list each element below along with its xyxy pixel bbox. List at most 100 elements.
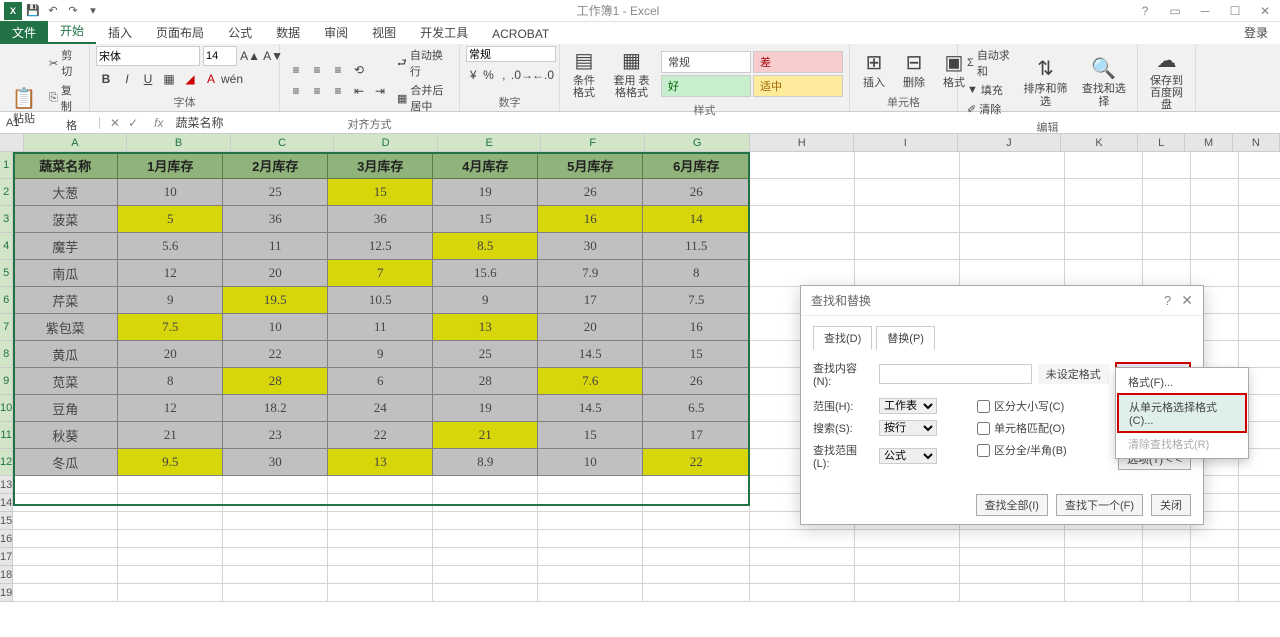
col-header-F[interactable]: F <box>541 134 645 151</box>
cell[interactable] <box>1239 179 1280 206</box>
row-header-14[interactable]: 14 <box>0 494 13 512</box>
cell[interactable]: 14.5 <box>538 395 643 422</box>
cell[interactable] <box>433 548 538 566</box>
cell[interactable] <box>538 512 643 530</box>
cell[interactable] <box>1239 287 1280 314</box>
cell[interactable] <box>1143 179 1191 206</box>
cell[interactable]: 11.5 <box>643 233 750 260</box>
dec-decimal-button[interactable]: ←.0 <box>533 65 553 85</box>
cell[interactable]: 17 <box>643 422 750 449</box>
cell[interactable]: 22 <box>223 341 328 368</box>
cell[interactable] <box>433 476 538 494</box>
cut-button[interactable]: ✂ 剪切 <box>46 46 83 80</box>
row-header-7[interactable]: 7 <box>0 314 13 341</box>
cell[interactable] <box>1191 548 1239 566</box>
cell[interactable] <box>1239 566 1280 584</box>
cell[interactable] <box>1191 530 1239 548</box>
cell[interactable]: 36 <box>328 206 433 233</box>
cell[interactable] <box>960 548 1065 566</box>
find-next-button[interactable]: 查找下一个(F) <box>1056 494 1143 516</box>
find-all-button[interactable]: 查找全部(I) <box>976 494 1048 516</box>
cell[interactable] <box>750 152 855 179</box>
cell[interactable] <box>960 179 1065 206</box>
ribbon-options-icon[interactable]: ▭ <box>1160 0 1190 22</box>
cell[interactable] <box>960 530 1065 548</box>
align-right-button[interactable]: ≡ <box>328 81 348 101</box>
cell[interactable] <box>13 512 118 530</box>
col-header-D[interactable]: D <box>334 134 438 151</box>
cell[interactable]: 7.6 <box>538 368 643 395</box>
cell[interactable] <box>433 566 538 584</box>
cell[interactable] <box>223 512 328 530</box>
cell[interactable]: 2月库存 <box>223 152 328 179</box>
cell[interactable]: 16 <box>643 314 750 341</box>
cell[interactable] <box>750 548 855 566</box>
cell[interactable]: 10 <box>223 314 328 341</box>
col-header-B[interactable]: B <box>127 134 231 151</box>
cell[interactable] <box>855 584 960 602</box>
col-header-K[interactable]: K <box>1061 134 1138 151</box>
cell[interactable]: 17 <box>538 287 643 314</box>
row-header-18[interactable]: 18 <box>0 566 13 584</box>
fill-color-button[interactable]: ◢ <box>180 69 200 89</box>
style-bad[interactable]: 差 <box>753 51 843 73</box>
italic-button[interactable]: I <box>117 69 137 89</box>
help-icon[interactable]: ? <box>1130 0 1160 22</box>
currency-button[interactable]: ¥ <box>466 65 480 85</box>
cell[interactable]: 16 <box>538 206 643 233</box>
tab-file[interactable]: 文件 <box>0 21 48 44</box>
cell[interactable]: 30 <box>223 449 328 476</box>
cell[interactable] <box>118 476 223 494</box>
cell[interactable] <box>855 530 960 548</box>
cell[interactable] <box>1143 548 1191 566</box>
cell[interactable] <box>1239 476 1280 494</box>
cell[interactable] <box>538 530 643 548</box>
row-header-1[interactable]: 1 <box>0 152 13 179</box>
match-entire-checkbox[interactable]: 单元格匹配(O) <box>977 420 1067 436</box>
autosum-button[interactable]: Σ 自动求和 <box>964 46 1014 80</box>
cell[interactable]: 21 <box>433 422 538 449</box>
cell[interactable]: 南瓜 <box>13 260 118 287</box>
fx-icon[interactable]: fx <box>148 116 169 130</box>
close-button[interactable]: 关闭 <box>1151 494 1191 516</box>
row-header-3[interactable]: 3 <box>0 206 13 233</box>
cell[interactable] <box>960 584 1065 602</box>
cell[interactable]: 9 <box>118 287 223 314</box>
cell[interactable] <box>433 512 538 530</box>
delete-cells-button[interactable]: ⊟删除 <box>896 48 932 91</box>
indent-inc-button[interactable]: ⇥ <box>370 81 390 101</box>
row-header-10[interactable]: 10 <box>0 395 13 422</box>
cell[interactable] <box>855 566 960 584</box>
align-left-button[interactable]: ≡ <box>286 81 306 101</box>
cell[interactable] <box>1239 530 1280 548</box>
cell[interactable]: 芹菜 <box>13 287 118 314</box>
menu-format[interactable]: 格式(F)... <box>1118 370 1246 394</box>
cell[interactable] <box>13 494 118 512</box>
cell[interactable]: 黄瓜 <box>13 341 118 368</box>
cell[interactable]: 15 <box>643 341 750 368</box>
col-header-I[interactable]: I <box>854 134 958 151</box>
cell[interactable] <box>13 476 118 494</box>
cell[interactable] <box>643 512 750 530</box>
cell[interactable] <box>1239 494 1280 512</box>
cell[interactable] <box>960 233 1065 260</box>
cell[interactable]: 6月库存 <box>643 152 750 179</box>
tab-home[interactable]: 开始 <box>48 19 96 44</box>
cell[interactable] <box>223 476 328 494</box>
cell[interactable] <box>1191 179 1239 206</box>
cell[interactable]: 5.6 <box>118 233 223 260</box>
cell[interactable] <box>118 512 223 530</box>
match-width-checkbox[interactable]: 区分全/半角(B) <box>977 442 1067 458</box>
row-header-9[interactable]: 9 <box>0 368 13 395</box>
cell[interactable]: 20 <box>118 341 223 368</box>
row-header-8[interactable]: 8 <box>0 341 13 368</box>
cell[interactable] <box>960 152 1065 179</box>
search-select[interactable]: 按行 <box>879 420 937 436</box>
col-header-J[interactable]: J <box>958 134 1062 151</box>
cell[interactable] <box>1143 530 1191 548</box>
col-header-E[interactable]: E <box>438 134 542 151</box>
cell[interactable]: 5月库存 <box>538 152 643 179</box>
cell[interactable]: 4月库存 <box>433 152 538 179</box>
cell[interactable]: 18.2 <box>223 395 328 422</box>
cell[interactable] <box>328 512 433 530</box>
